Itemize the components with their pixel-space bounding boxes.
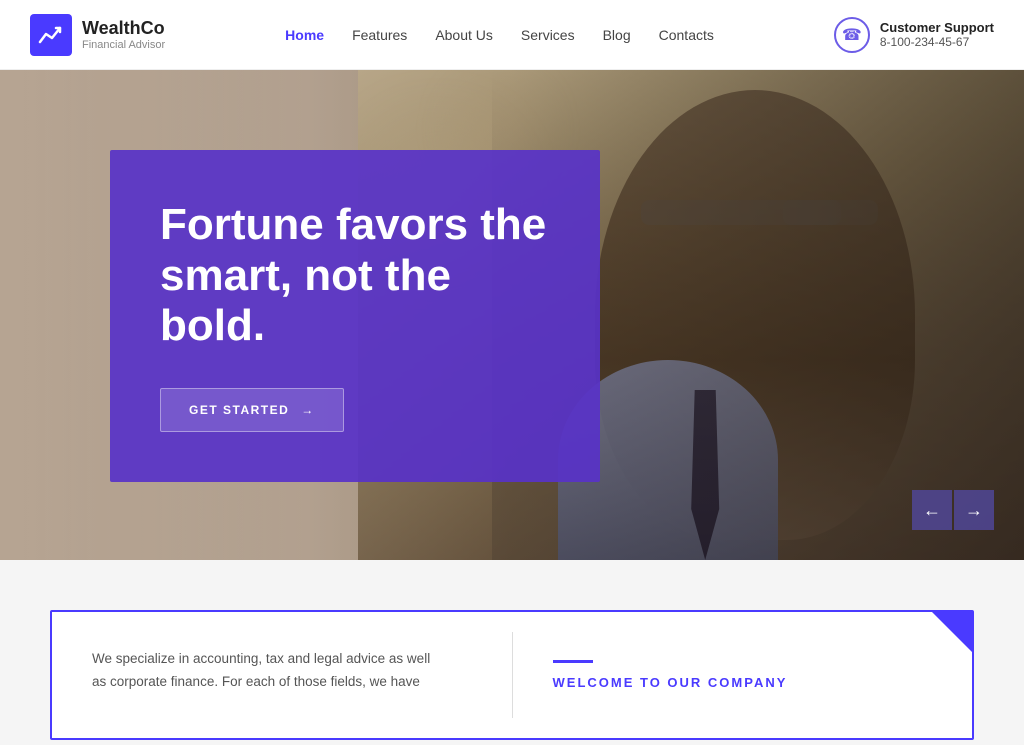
left-arrow-icon: ← xyxy=(923,500,941,521)
arrow-icon: → xyxy=(301,403,315,417)
get-started-button[interactable]: GET STARTED → xyxy=(160,388,344,432)
welcome-left-panel: We specialize in accounting, tax and leg… xyxy=(52,612,512,738)
nav-about[interactable]: About Us xyxy=(435,27,493,43)
logo-text: WealthCo Financial Advisor xyxy=(82,18,165,52)
support-area: ☎ Customer Support 8-100-234-45-67 xyxy=(834,17,994,53)
welcome-right-panel: WELCOME TO OUR COMPANY xyxy=(513,612,973,738)
welcome-box: We specialize in accounting, tax and leg… xyxy=(50,610,974,740)
support-label: Customer Support xyxy=(880,20,994,35)
welcome-title: WELCOME TO OUR COMPANY xyxy=(553,675,933,690)
welcome-description: We specialize in accounting, tax and leg… xyxy=(92,648,432,694)
hero-section: Fortune favors the smart, not the bold. … xyxy=(0,70,1024,560)
welcome-accent-line xyxy=(553,660,593,663)
main-nav: Home Features About Us Services Blog Con… xyxy=(285,27,714,43)
right-arrow-icon: → xyxy=(965,500,983,521)
site-header: WealthCo Financial Advisor Home Features… xyxy=(0,0,1024,70)
logo-area: WealthCo Financial Advisor xyxy=(30,14,165,56)
logo-subtitle: Financial Advisor xyxy=(82,39,165,51)
nav-blog[interactable]: Blog xyxy=(603,27,631,43)
support-number: 8-100-234-45-67 xyxy=(880,35,994,49)
prev-arrow-button[interactable]: ← xyxy=(912,490,952,530)
logo-icon xyxy=(30,14,72,56)
hero-headline: Fortune favors the smart, not the bold. xyxy=(160,200,550,352)
nav-services[interactable]: Services xyxy=(521,27,575,43)
cta-label: GET STARTED xyxy=(189,403,289,417)
nav-features[interactable]: Features xyxy=(352,27,407,43)
nav-home[interactable]: Home xyxy=(285,27,324,43)
below-hero-section: We specialize in accounting, tax and leg… xyxy=(0,560,1024,740)
slider-arrows: ← → xyxy=(912,490,994,530)
next-arrow-button[interactable]: → xyxy=(954,490,994,530)
nav-contacts[interactable]: Contacts xyxy=(659,27,714,43)
hero-card: Fortune favors the smart, not the bold. … xyxy=(110,150,600,482)
logo-name: WealthCo xyxy=(82,18,165,40)
phone-icon: ☎ xyxy=(834,17,870,53)
support-text-block: Customer Support 8-100-234-45-67 xyxy=(880,20,994,49)
